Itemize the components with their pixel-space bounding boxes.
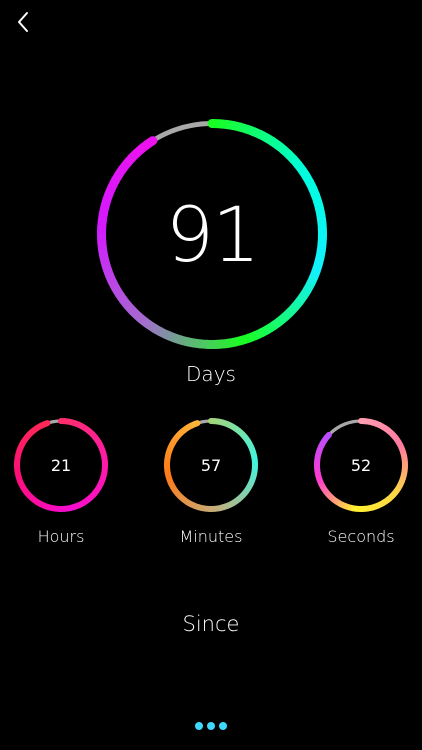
page-indicator [0,722,422,730]
minutes-ring: 57 [163,417,259,513]
days-label: Days [186,362,236,386]
hours-label: Hours [37,527,85,546]
seconds-ring: 52 [313,417,409,513]
back-button[interactable] [10,8,36,36]
chevron-left-icon [18,12,28,32]
page-dot-2[interactable] [207,722,215,730]
hours-ring: 21 [13,417,109,513]
minutes-value: 57 [200,455,222,475]
page-dot-3[interactable] [219,722,227,730]
hours-value: 21 [50,455,72,475]
days-value: 91 [165,189,261,279]
page-dot-1[interactable] [195,722,203,730]
seconds-value: 52 [350,455,372,475]
minutes-label: Minutes [179,527,243,546]
seconds-label: Seconds [327,527,395,546]
days-ring: 91 [96,118,328,350]
since-label: Since [182,612,240,636]
